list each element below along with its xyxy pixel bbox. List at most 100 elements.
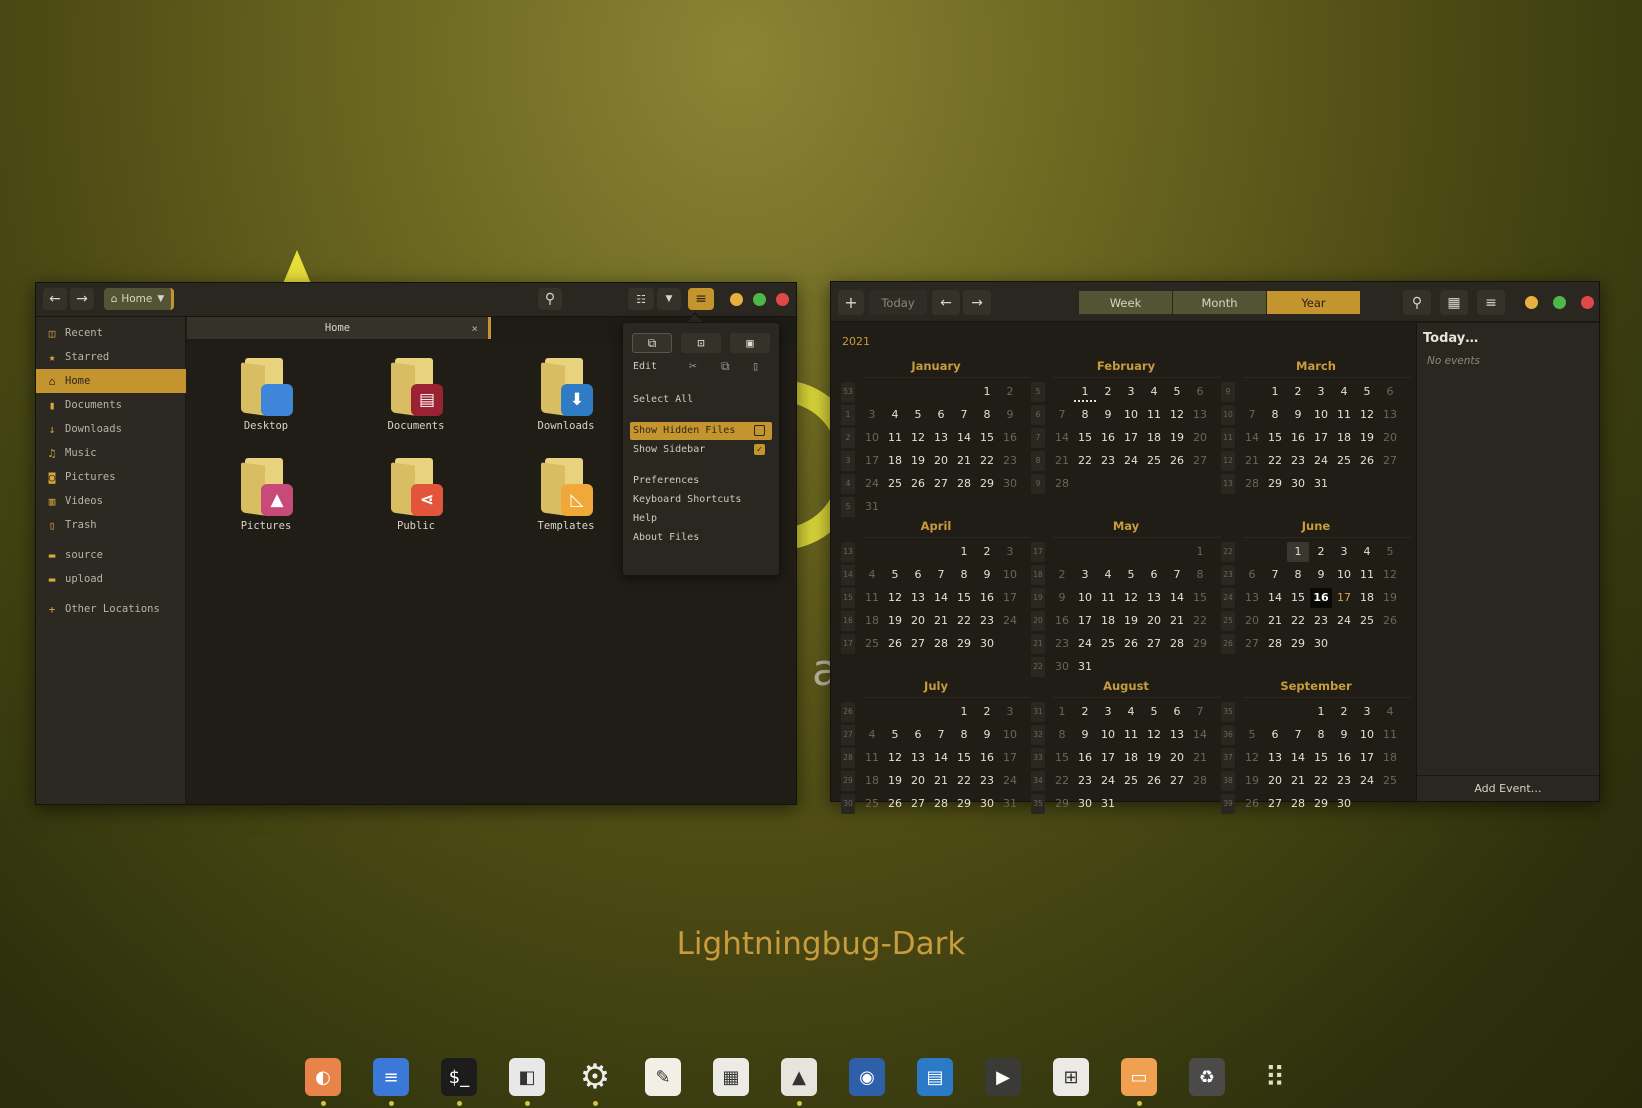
day-cell[interactable]: 21	[1264, 611, 1286, 631]
day-cell[interactable]: 8	[953, 725, 975, 745]
day-cell[interactable]: 7	[1189, 702, 1211, 722]
day-cell[interactable]: 10	[861, 428, 883, 448]
day-cell[interactable]: 18	[884, 451, 906, 471]
day-cell[interactable]: 25	[1333, 451, 1355, 471]
paste-icon[interactable]: ▯	[752, 359, 759, 373]
day-cell[interactable]: 28	[1166, 634, 1188, 654]
sidebar-item-videos[interactable]: ▥ Videos	[36, 489, 186, 513]
day-cell[interactable]: 10	[1074, 588, 1096, 608]
folder-item-desktop[interactable]: Desktop	[211, 358, 321, 432]
preferences-item[interactable]: Preferences	[633, 475, 699, 486]
dock-trash-dock-icon[interactable]: ♻	[1189, 1058, 1225, 1096]
day-cell[interactable]: 12	[1241, 748, 1263, 768]
select-all-item[interactable]: Select All	[633, 394, 693, 405]
day-cell[interactable]: 17	[999, 748, 1021, 768]
day-cell[interactable]: 9	[1333, 725, 1355, 745]
day-cell[interactable]: 5	[884, 565, 906, 585]
day-cell[interactable]: 6	[930, 405, 952, 425]
day-cell[interactable]: 25	[861, 634, 883, 654]
day-cell[interactable]: 27	[907, 794, 929, 814]
day-cell[interactable]: 16	[999, 428, 1021, 448]
day-cell[interactable]: 31	[1074, 657, 1096, 677]
dock-disks-icon[interactable]: ▭	[1121, 1058, 1157, 1096]
menu-button[interactable]: ≡	[1477, 290, 1505, 315]
day-cell[interactable]: 16	[1287, 428, 1309, 448]
day-cell[interactable]: 9	[1074, 725, 1096, 745]
day-cell[interactable]: 8	[1074, 405, 1096, 425]
day-cell[interactable]: 21	[1051, 451, 1073, 471]
cut-icon[interactable]: ✂	[689, 359, 697, 374]
day-cell[interactable]: 20	[1143, 611, 1165, 631]
menu-button[interactable]: ≡	[688, 288, 714, 310]
day-cell[interactable]: 4	[1379, 702, 1401, 722]
day-cell[interactable]: 18	[1379, 748, 1401, 768]
day-cell[interactable]: 19	[884, 611, 906, 631]
day-cell[interactable]: 27	[1241, 634, 1263, 654]
new-tab-button[interactable]: ⊡	[681, 333, 721, 353]
day-cell[interactable]: 6	[907, 725, 929, 745]
day-cell[interactable]: 1	[1310, 702, 1332, 722]
day-cell[interactable]: 2	[1310, 542, 1332, 562]
day-cell[interactable]: 31	[999, 794, 1021, 814]
show-sidebar-checkbox[interactable]: ✓	[754, 444, 765, 455]
view-options-button[interactable]: ▼	[657, 288, 681, 310]
day-cell[interactable]: 19	[907, 451, 929, 471]
day-cell[interactable]: 10	[999, 725, 1021, 745]
day-cell[interactable]: 15	[1287, 588, 1309, 608]
day-cell[interactable]: 4	[1097, 565, 1119, 585]
back-button[interactable]: ←	[43, 288, 67, 310]
day-cell[interactable]: 22	[1189, 611, 1211, 631]
day-cell[interactable]: 15	[1074, 428, 1096, 448]
day-cell[interactable]: 25	[861, 794, 883, 814]
day-cell[interactable]: 26	[1166, 451, 1188, 471]
day-cell[interactable]: 6	[1264, 725, 1286, 745]
day-cell[interactable]: 6	[1166, 702, 1188, 722]
day-cell[interactable]: 21	[1166, 611, 1188, 631]
day-cell[interactable]: 9	[999, 405, 1021, 425]
day-cell[interactable]: 7	[930, 725, 952, 745]
day-cell[interactable]: 22	[1051, 771, 1073, 791]
day-cell[interactable]: 24	[1120, 451, 1142, 471]
close-button[interactable]	[1581, 296, 1594, 309]
day-cell[interactable]: 9	[1310, 565, 1332, 585]
day-cell[interactable]: 2	[1097, 382, 1119, 402]
day-cell[interactable]: 8	[1264, 405, 1286, 425]
day-cell[interactable]: 12	[1166, 405, 1188, 425]
day-cell[interactable]: 16	[976, 748, 998, 768]
sidebar-item-starred[interactable]: ★ Starred	[36, 345, 186, 369]
day-cell[interactable]: 6	[1379, 382, 1401, 402]
day-cell[interactable]: 26	[1241, 794, 1263, 814]
sidebar-item-pictures[interactable]: ◙ Pictures	[36, 465, 186, 489]
day-cell[interactable]: 17	[1074, 611, 1096, 631]
day-cell[interactable]: 17	[999, 588, 1021, 608]
day-cell[interactable]: 3	[999, 542, 1021, 562]
day-cell[interactable]: 23	[1051, 634, 1073, 654]
day-cell[interactable]: 7	[1241, 405, 1263, 425]
day-cell[interactable]: 11	[1356, 565, 1378, 585]
day-cell[interactable]: 3	[1356, 702, 1378, 722]
search-button[interactable]: ⚲	[538, 288, 562, 310]
day-cell[interactable]: 5	[1379, 542, 1401, 562]
day-cell[interactable]: 23	[1310, 611, 1332, 631]
day-cell[interactable]: 18	[1143, 428, 1165, 448]
new-window-button[interactable]: ⧉	[632, 333, 672, 353]
day-cell[interactable]: 15	[1264, 428, 1286, 448]
folder-item-public[interactable]: ⋖ Public	[361, 458, 471, 532]
add-event-button[interactable]: Add Event…	[1417, 775, 1599, 801]
day-cell[interactable]: 30	[976, 794, 998, 814]
day-cell[interactable]: 29	[1310, 794, 1332, 814]
day-cell[interactable]: 6	[907, 565, 929, 585]
tab-month[interactable]: Month	[1173, 291, 1266, 314]
day-cell[interactable]: 20	[1189, 428, 1211, 448]
day-cell[interactable]: 11	[1120, 725, 1142, 745]
day-cell[interactable]: 22	[1287, 611, 1309, 631]
day-cell[interactable]: 21	[930, 771, 952, 791]
day-cell[interactable]: 16	[976, 588, 998, 608]
day-cell[interactable]: 10	[1333, 565, 1355, 585]
day-cell[interactable]: 30	[1287, 474, 1309, 494]
day-cell[interactable]: 5	[1120, 565, 1142, 585]
sidebar-item-other-locations[interactable]: + Other Locations	[36, 597, 186, 621]
day-cell[interactable]: 4	[884, 405, 906, 425]
dock-settings-icon[interactable]: ⚙	[577, 1057, 613, 1097]
day-cell[interactable]: 15	[1310, 748, 1332, 768]
